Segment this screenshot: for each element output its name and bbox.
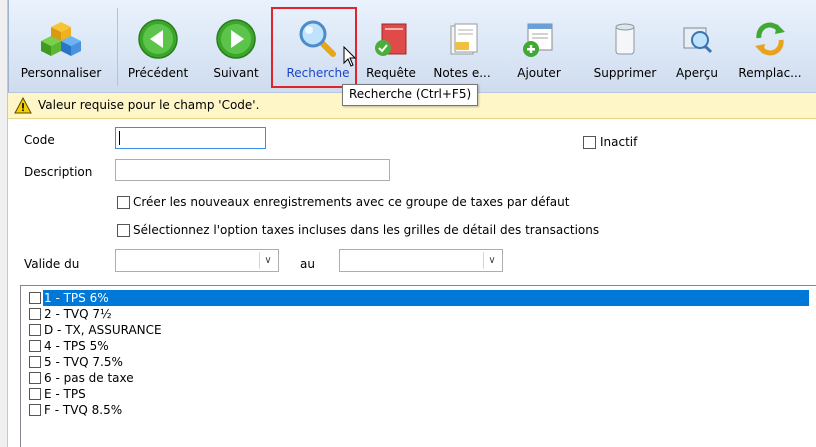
warning-text: Valeur requise pour le champ 'Code'. xyxy=(38,98,260,112)
notes-icon xyxy=(450,23,478,55)
precedent-label: Précédent xyxy=(127,66,189,80)
row-checkbox[interactable] xyxy=(29,388,41,400)
list-item[interactable]: 6 - pas de taxe xyxy=(29,370,809,386)
ajouter-label: Ajouter xyxy=(517,66,561,80)
au-combo[interactable]: ∨ xyxy=(339,249,503,272)
description-label: Description xyxy=(24,165,93,179)
tax-list: 1 - TPS 6% 2 - TVQ 7½ D - TX, ASSURANCE … xyxy=(20,285,816,447)
valide-du-label: Valide du xyxy=(24,257,80,271)
supprimer-button[interactable]: Supprimer xyxy=(587,0,663,90)
suivant-label: Suivant xyxy=(213,66,259,80)
taxes-incluses-label: Sélectionnez l'option taxes incluses dan… xyxy=(133,223,600,237)
list-item-label: 5 - TVQ 7.5% xyxy=(44,355,123,369)
recherche-tooltip: Recherche (Ctrl+F5) xyxy=(342,84,479,106)
notes-button[interactable]: Notes e... xyxy=(427,0,497,90)
list-item[interactable]: D - TX, ASSURANCE xyxy=(29,322,809,338)
default-group-checkbox[interactable] xyxy=(117,196,130,209)
requete-button[interactable]: Requête xyxy=(359,0,423,90)
text-caret xyxy=(119,131,120,145)
code-input[interactable] xyxy=(115,127,266,149)
description-input[interactable] xyxy=(115,159,390,181)
row-checkbox[interactable] xyxy=(29,372,41,384)
notes-label: Notes e... xyxy=(433,66,491,80)
list-item-label: E - TPS xyxy=(44,387,86,401)
query-document-icon xyxy=(375,23,407,56)
window-left-edge xyxy=(0,0,8,447)
list-item-label: 4 - TPS 5% xyxy=(44,339,109,353)
list-item-label: D - TX, ASSURANCE xyxy=(44,323,162,337)
list-item[interactable]: E - TPS xyxy=(29,386,809,402)
list-item-label: 2 - TVQ 7½ xyxy=(44,307,112,321)
row-checkbox[interactable] xyxy=(29,308,41,320)
apercu-button[interactable]: Aperçu xyxy=(669,0,725,90)
default-group-label: Créer les nouveaux enregistrements avec … xyxy=(133,195,570,209)
valide-du-combo[interactable]: ∨ xyxy=(115,249,279,272)
list-item[interactable]: 2 - TVQ 7½ xyxy=(29,306,809,322)
chevron-down-icon[interactable]: ∨ xyxy=(483,252,500,269)
list-item[interactable]: 1 - TPS 6% xyxy=(29,290,809,306)
toolbar-separator xyxy=(117,8,118,86)
au-label: au xyxy=(300,257,315,271)
suivant-button[interactable]: Suivant xyxy=(199,0,273,90)
row-checkbox[interactable] xyxy=(29,340,41,352)
row-checkbox[interactable] xyxy=(29,356,41,368)
taxes-incluses-checkbox[interactable] xyxy=(117,224,130,237)
list-item[interactable]: 4 - TPS 5% xyxy=(29,338,809,354)
precedent-button[interactable]: Précédent xyxy=(121,0,195,90)
add-record-icon xyxy=(523,23,553,57)
inactif-checkbox[interactable] xyxy=(583,136,596,149)
warning-icon xyxy=(14,97,32,114)
trash-icon xyxy=(615,23,635,55)
row-checkbox[interactable] xyxy=(29,404,41,416)
remplacer-button[interactable]: Remplac... xyxy=(731,0,809,90)
chevron-down-icon[interactable]: ∨ xyxy=(259,252,276,269)
remplacer-label: Remplac... xyxy=(738,66,802,80)
cubes-icon xyxy=(41,22,81,56)
mouse-cursor-icon xyxy=(343,46,357,67)
code-label: Code xyxy=(24,133,55,147)
list-item[interactable]: 5 - TVQ 7.5% xyxy=(29,354,809,370)
arrow-left-icon xyxy=(138,19,178,59)
ajouter-button[interactable]: Ajouter xyxy=(509,0,569,90)
list-item-label: F - TVQ 8.5% xyxy=(44,403,123,417)
requete-label: Requête xyxy=(366,66,416,80)
selection-highlight xyxy=(43,290,809,306)
supprimer-label: Supprimer xyxy=(593,66,657,80)
row-checkbox[interactable] xyxy=(29,292,41,304)
personnaliser-button[interactable]: Personnaliser xyxy=(9,0,113,90)
inactif-label: Inactif xyxy=(600,135,638,149)
replace-icon xyxy=(755,22,785,56)
print-preview-icon xyxy=(683,27,713,54)
list-item-label: 6 - pas de taxe xyxy=(44,371,134,385)
toolbar: Personnaliser Précédent Suivant Recherch… xyxy=(8,0,816,93)
personnaliser-label: Personnaliser xyxy=(20,66,102,80)
list-item[interactable]: F - TVQ 8.5% xyxy=(29,402,809,418)
list-item-label: 1 - TPS 6% xyxy=(44,291,109,305)
apercu-label: Aperçu xyxy=(675,66,719,80)
row-checkbox[interactable] xyxy=(29,324,41,336)
arrow-right-icon xyxy=(216,19,256,59)
